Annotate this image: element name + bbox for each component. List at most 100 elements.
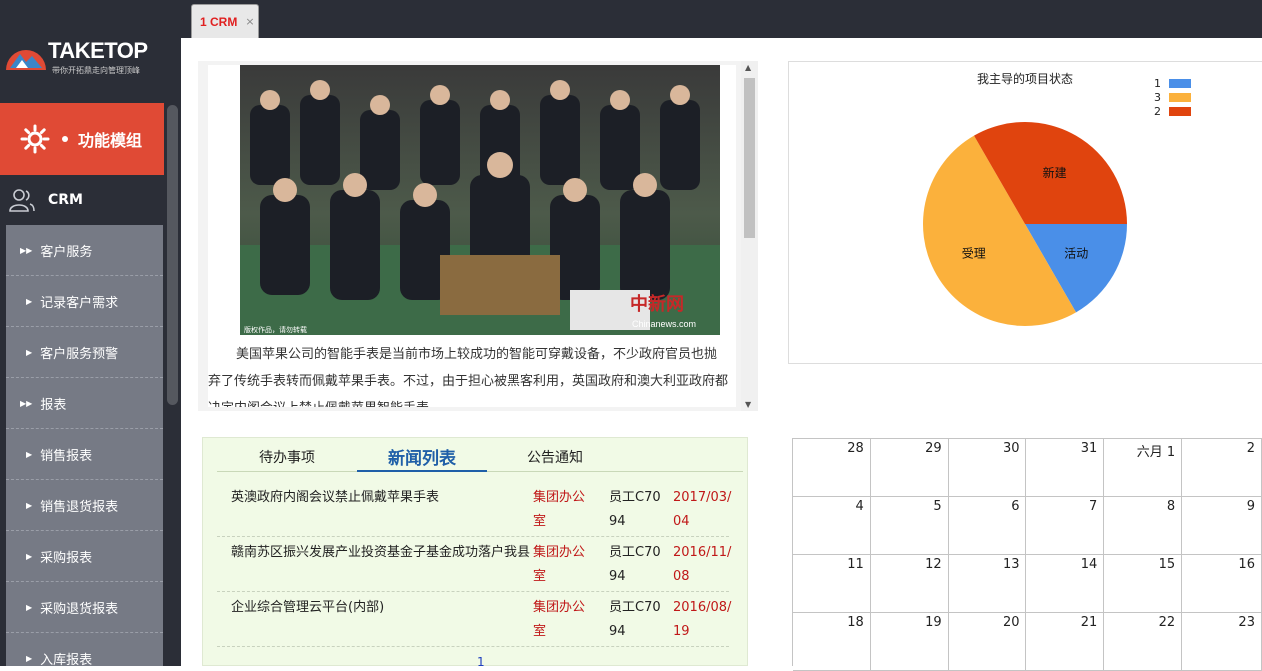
calendar-day[interactable]: 23 [1182,613,1262,671]
logo: TAKETOP 带你开拓鼎走向管理顶峰 [4,38,164,80]
calendar-day[interactable]: 11 [793,555,871,613]
calendar-day[interactable]: 20 [948,613,1027,671]
tab-announcements[interactable]: 公告通知 [487,442,623,472]
tab-news-list[interactable]: 新闻列表 [357,442,487,472]
calendar-day[interactable]: 14 [1026,555,1105,613]
calendar-week: 4 5 6 7 8 9 [793,497,1262,555]
news-date: 2016/08/19 [673,600,732,639]
bullet-dot [62,136,68,142]
news-title[interactable]: 企业综合管理云平台(内部) [231,596,531,620]
calendar-day[interactable]: 9 [1182,497,1262,555]
logo-text: TAKETOP [48,38,148,63]
sidebar-item-warehouse-report[interactable]: ▶ 入库报表 [6,633,163,667]
news-author: 员工C7094 [609,490,661,529]
pie-slice-label: 新建 [1043,165,1067,180]
calendar-day[interactable]: 18 [793,613,871,671]
calendar-week: 28 29 30 31 六月 1 2 [793,439,1262,497]
news-title[interactable]: 赣南苏区振兴发展产业投资基金子基金成功落户我县 [231,541,531,565]
news-date: 2017/03/04 [673,490,732,529]
article-scrollbar[interactable]: ▲ ▼ [741,61,758,411]
calendar-day[interactable]: 6 [948,497,1027,555]
calendar-day[interactable]: 7 [1026,497,1105,555]
sidebar-item-label: 报表 [40,397,67,413]
function-module-header[interactable]: 功能模组 [0,103,164,175]
calendar-day[interactable]: 31 [1026,439,1105,497]
news-list-row[interactable]: 赣南苏区振兴发展产业投资基金子基金成功落户我县 集团办公室 员工C7094 20… [217,537,731,592]
calendar-day[interactable]: 4 [793,497,871,555]
calendar-day[interactable]: 29 [870,439,949,497]
tab-label: 1 CRM [200,14,238,29]
close-icon[interactable]: × [245,15,254,28]
news-article-panel: 中新网 Chinanews.com 版权作品，请勿转载 美国苹果公司的智能手表是… [198,61,758,411]
function-module-label: 功能模组 [78,131,143,150]
logo-mark-icon [6,50,46,70]
calendar-day[interactable]: 28 [793,439,871,497]
news-author: 员工C7094 [609,545,661,584]
calendar-day[interactable]: 21 [1026,613,1105,671]
sidebar-item-label: 销售退货报表 [40,499,119,515]
news-author: 员工C7094 [609,600,661,639]
users-icon [9,189,35,212]
crm-label: CRM [48,192,83,208]
calendar-day[interactable]: 16 [1182,555,1262,613]
sidebar-item-sales-report[interactable]: ▶ 销售报表 [6,429,163,480]
sidebar-item-label: 销售报表 [40,448,93,464]
sidebar-item-customer-service[interactable]: ▶▶ 客户服务 [6,225,163,276]
calendar-day[interactable]: 5 [870,497,949,555]
top-bar [181,0,1262,38]
logo-tagline: 带你开拓鼎走向管理顶峰 [52,66,140,75]
calendar-day[interactable]: 15 [1104,555,1183,613]
sidebar-item-purchase-report[interactable]: ▶ 采购报表 [6,531,163,582]
article-scrollbar-thumb[interactable] [744,78,755,238]
calendar-day[interactable]: 19 [870,613,949,671]
calendar-day[interactable]: 12 [870,555,949,613]
news-title[interactable]: 英澳政府内阁会议禁止佩戴苹果手表 [231,486,531,510]
sidebar: TAKETOP 带你开拓鼎走向管理顶峰 功能模组 CRM ▶▶ 客户服务 ▶ 记… [0,0,181,666]
arrow-right-icon: ▶ [26,500,33,510]
sidebar-item-sales-return-report[interactable]: ▶ 销售退货报表 [6,480,163,531]
calendar-day[interactable]: 2 [1182,439,1262,497]
sidebar-item-label: 客户服务预警 [40,346,119,362]
tab-todo[interactable]: 待办事项 [217,442,357,472]
double-arrow-icon: ▶▶ [20,245,33,255]
scroll-up-icon[interactable]: ▲ [745,63,751,72]
sidebar-item-service-alert[interactable]: ▶ 客户服务预警 [6,327,163,378]
arrow-right-icon: ▶ [26,296,33,306]
info-tabs-panel: 待办事项 新闻列表 公告通知 英澳政府内阁会议禁止佩戴苹果手表 集团办公室 员工… [202,437,748,669]
news-list-row[interactable]: 企业综合管理云平台(内部) 集团办公室 员工C7094 2016/08/19 [217,592,731,647]
arrow-right-icon: ▶ [26,602,33,612]
calendar-day[interactable]: 30 [948,439,1027,497]
calendar: 28 29 30 31 六月 1 2 4 5 6 7 8 9 11 12 13 … [792,438,1262,671]
crm-module-item[interactable]: CRM [0,175,164,225]
calendar-day[interactable]: 13 [948,555,1027,613]
sidebar-item-label: 记录客户需求 [40,295,119,311]
sidebar-item-reports[interactable]: ▶▶ 报表 [6,378,163,429]
calendar-week: 11 12 13 14 15 16 [793,555,1262,613]
svg-text:Chinanews.com: Chinanews.com [632,319,696,329]
calendar-day[interactable]: 8 [1104,497,1183,555]
sidebar-item-label: 采购退货报表 [40,601,119,617]
pagination-page[interactable]: 1 [477,655,485,669]
sidebar-item-record-requirements[interactable]: ▶ 记录客户需求 [6,276,163,327]
svg-text:中新网: 中新网 [630,293,684,315]
sidebar-menu: ▶▶ 客户服务 ▶ 记录客户需求 ▶ 客户服务预警 ▶▶ 报表 ▶ 销售报表 ▶… [6,225,163,666]
news-photo: 中新网 Chinanews.com [240,65,720,335]
tab-crm[interactable]: 1 CRM × [191,4,259,38]
news-article-text: 美国苹果公司的智能手表是当前市场上较成功的智能可穿戴设备，不少政府官员也抛弃了传… [208,347,729,407]
photo-caption: 版权作品，请勿转载 [244,326,307,334]
calendar-day[interactable]: 22 [1104,613,1183,671]
scroll-down-icon[interactable]: ▼ [745,400,751,409]
news-department: 集团办公室 [533,490,586,529]
news-list-row[interactable]: 英澳政府内阁会议禁止佩戴苹果手表 集团办公室 员工C7094 2017/03/0… [217,482,731,537]
calendar-day[interactable]: 六月 1 [1104,439,1183,497]
news-department: 集团办公室 [533,545,586,584]
pie-slice-label: 活动 [1064,247,1088,261]
sidebar-item-label: 客户服务 [40,244,93,260]
news-article-content: 中新网 Chinanews.com 版权作品，请勿转载 美国苹果公司的智能手表是… [208,65,736,407]
news-date: 2016/11/08 [673,545,732,584]
sidebar-item-purchase-return-report[interactable]: ▶ 采购退货报表 [6,582,163,633]
arrow-right-icon: ▶ [26,653,33,663]
project-status-chart: 我主导的项目状态 1 3 2 活动 受理 新建 [788,61,1262,364]
sidebar-item-label: 采购报表 [40,550,93,566]
sidebar-scrollbar-thumb[interactable] [167,105,178,405]
